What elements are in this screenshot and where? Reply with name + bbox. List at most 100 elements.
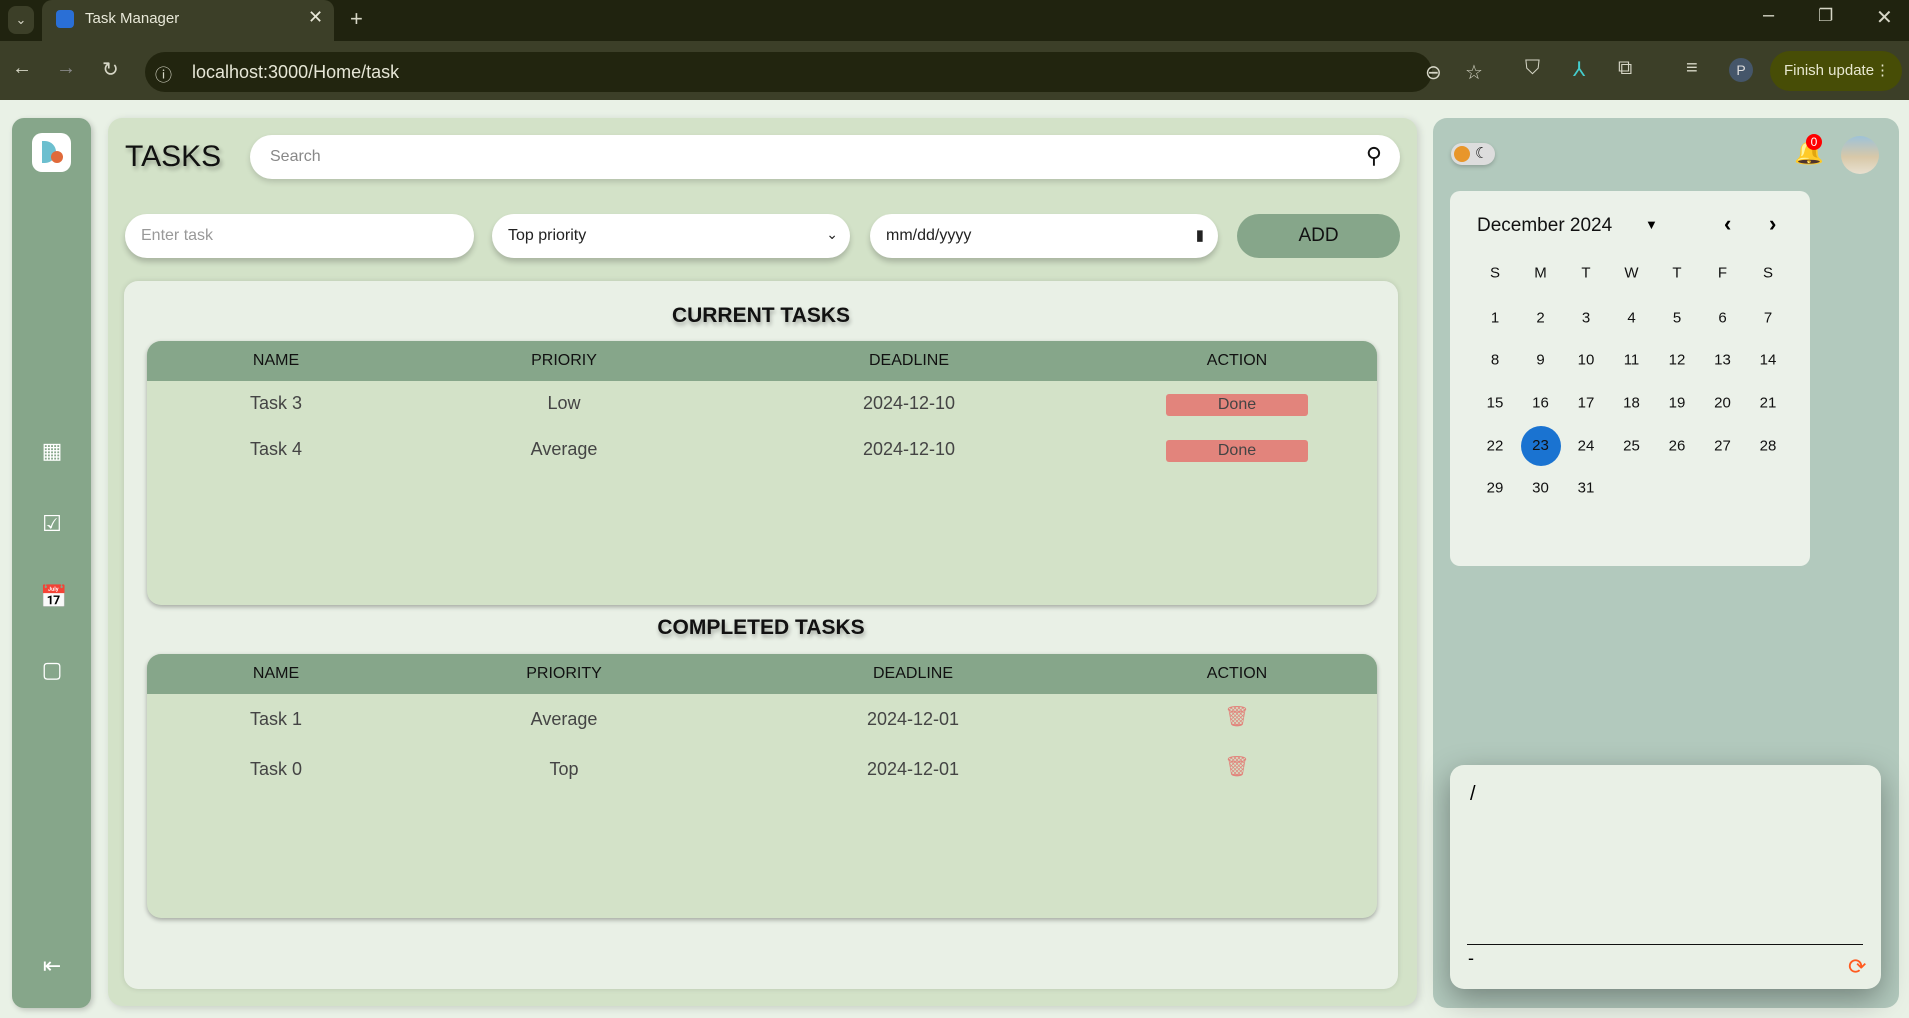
- tab-close-icon[interactable]: ✕: [308, 7, 323, 28]
- calendar-day[interactable]: 27: [1703, 438, 1743, 455]
- delete-icon[interactable]: 🗑: [1224, 704, 1249, 729]
- zoom-out-icon[interactable]: ⊖: [1425, 60, 1442, 85]
- window-close-icon[interactable]: ✕: [1876, 5, 1893, 30]
- finish-update-button[interactable]: Finish update ⋮: [1770, 51, 1902, 91]
- deadline-date-input[interactable]: mm/dd/yyyy ▮: [870, 214, 1218, 258]
- site-info-icon[interactable]: ⓘ: [155, 61, 172, 86]
- column-header-priority: PRIORIY: [531, 352, 597, 369]
- calendar-day[interactable]: 3: [1566, 310, 1606, 327]
- calendar-day[interactable]: 8: [1475, 352, 1515, 369]
- calendar-month-label[interactable]: December 2024: [1477, 215, 1612, 237]
- theme-toggle[interactable]: ☾: [1451, 143, 1495, 165]
- forward-icon[interactable]: →: [56, 57, 76, 80]
- bookmark-star-icon[interactable]: ☆: [1465, 60, 1483, 85]
- app-logo[interactable]: [32, 133, 71, 172]
- minimize-icon[interactable]: –: [1763, 4, 1774, 27]
- weekday-label: M: [1534, 264, 1547, 282]
- browser-tab[interactable]: Task Manager ✕: [42, 0, 334, 41]
- tab-favicon-icon: [56, 10, 74, 28]
- new-tab-icon[interactable]: +: [350, 6, 363, 32]
- note-text[interactable]: /: [1470, 783, 1476, 806]
- calendar-day[interactable]: 15: [1475, 395, 1515, 412]
- delete-icon[interactable]: 🗑: [1224, 754, 1249, 779]
- shield-extension-icon[interactable]: ⛉: [1525, 57, 1540, 80]
- calendar-day[interactable]: 16: [1521, 395, 1561, 412]
- tab-search-button[interactable]: ⌄: [8, 6, 34, 34]
- done-button[interactable]: Done: [1166, 440, 1308, 462]
- calendar-day[interactable]: 13: [1703, 352, 1743, 369]
- calendar-day[interactable]: 14: [1748, 352, 1788, 369]
- calendar-day[interactable]: 18: [1612, 395, 1652, 412]
- completed-tasks-table: NAME PRIORITY DEADLINE ACTION Task 1 Ave…: [147, 654, 1377, 918]
- note-divider: [1467, 944, 1863, 945]
- extensions-puzzle-icon[interactable]: ⧉: [1618, 57, 1632, 80]
- calendar-icon[interactable]: 📅: [40, 584, 67, 609]
- weekday-label: T: [1581, 264, 1591, 282]
- completed-tasks-title: COMPLETED TASKS: [657, 616, 865, 639]
- calendar-day[interactable]: 29: [1475, 480, 1515, 497]
- task-name: Task 1: [249, 709, 303, 729]
- table-header: NAME PRIORITY DEADLINE ACTION: [147, 654, 1377, 694]
- calendar-day[interactable]: 1: [1475, 310, 1515, 327]
- moon-icon: ☾: [1475, 145, 1489, 162]
- restore-icon[interactable]: ❐: [1818, 6, 1833, 26]
- reload-icon[interactable]: ↻: [102, 57, 119, 82]
- calendar-day[interactable]: 28: [1748, 438, 1788, 455]
- page-title: TASKS: [125, 140, 222, 173]
- task-deadline: 2024-12-01: [866, 759, 960, 779]
- sidebar: ▦ ☑ 📅 ▢ ⇤: [12, 118, 91, 1008]
- calendar-day[interactable]: 22: [1475, 438, 1515, 455]
- sticky-note-icon[interactable]: ▢: [40, 657, 64, 682]
- logout-icon[interactable]: ⇤: [40, 953, 64, 978]
- column-header-name: NAME: [252, 352, 300, 369]
- calendar-day[interactable]: 17: [1566, 395, 1606, 412]
- priority-select[interactable]: Top priority ⌄: [492, 214, 850, 258]
- calendar-day[interactable]: 19: [1657, 395, 1697, 412]
- weekday-label: S: [1489, 264, 1500, 282]
- calendar-day[interactable]: 5: [1657, 310, 1697, 327]
- url-text: localhost:3000/Home/task: [192, 62, 400, 82]
- chevron-down-icon: ⌄: [826, 226, 838, 242]
- weekday-label: W: [1624, 264, 1639, 282]
- calendar-day[interactable]: 9: [1521, 352, 1561, 369]
- extension-icon[interactable]: ⅄: [1573, 57, 1585, 82]
- task-name: Task 4: [249, 439, 303, 459]
- month-dropdown-icon[interactable]: ▼: [1645, 217, 1658, 232]
- calendar-day[interactable]: 11: [1612, 352, 1652, 369]
- address-bar[interactable]: ⓘ localhost:3000/Home/task ⊖ ☆: [145, 52, 1483, 92]
- search-input[interactable]: Search ⚲: [250, 135, 1400, 179]
- prev-month-icon[interactable]: ‹: [1724, 211, 1731, 237]
- calendar-day[interactable]: 30: [1521, 480, 1561, 497]
- calendar-day[interactable]: 25: [1612, 438, 1652, 455]
- dashboard-icon[interactable]: ▦: [40, 438, 64, 463]
- search-icon[interactable]: ⚲: [1366, 143, 1382, 169]
- user-avatar[interactable]: [1841, 136, 1879, 174]
- task-deadline: 2024-12-10: [862, 393, 956, 413]
- next-month-icon[interactable]: ›: [1769, 211, 1776, 237]
- column-header-deadline: DEADLINE: [868, 352, 950, 369]
- media-queue-icon[interactable]: ≡: [1686, 57, 1698, 80]
- calendar-day[interactable]: 20: [1703, 395, 1743, 412]
- calendar-day[interactable]: 21: [1748, 395, 1788, 412]
- calendar-day[interactable]: 7: [1748, 310, 1788, 327]
- calendar-day[interactable]: 12: [1657, 352, 1697, 369]
- calendar-day-selected[interactable]: 23: [1520, 426, 1561, 466]
- profile-avatar[interactable]: P: [1729, 58, 1753, 82]
- calendar-day[interactable]: 31: [1566, 480, 1606, 497]
- calendar-day[interactable]: 26: [1657, 438, 1697, 455]
- back-icon[interactable]: ←: [12, 57, 32, 80]
- calendar-day[interactable]: 10: [1566, 352, 1606, 369]
- more-menu-icon[interactable]: ⋮: [1875, 51, 1890, 91]
- calendar-day[interactable]: 2: [1521, 310, 1561, 327]
- browser-tab-strip: ⌄ Task Manager ✕ + – ❐ ✕: [0, 0, 1909, 41]
- calendar-day[interactable]: 6: [1703, 310, 1743, 327]
- done-button[interactable]: Done: [1166, 394, 1308, 416]
- calendar-day[interactable]: 24: [1566, 438, 1606, 455]
- task-name-input[interactable]: Enter task: [125, 214, 474, 258]
- calendar-picker-icon[interactable]: ▮: [1196, 226, 1204, 244]
- calendar-day[interactable]: 4: [1612, 310, 1652, 327]
- task-list-icon[interactable]: ☑: [40, 511, 64, 536]
- add-task-button[interactable]: ADD: [1237, 214, 1400, 258]
- refresh-icon[interactable]: ⟳: [1848, 954, 1866, 980]
- priority-selected-value: Top priority: [508, 227, 587, 244]
